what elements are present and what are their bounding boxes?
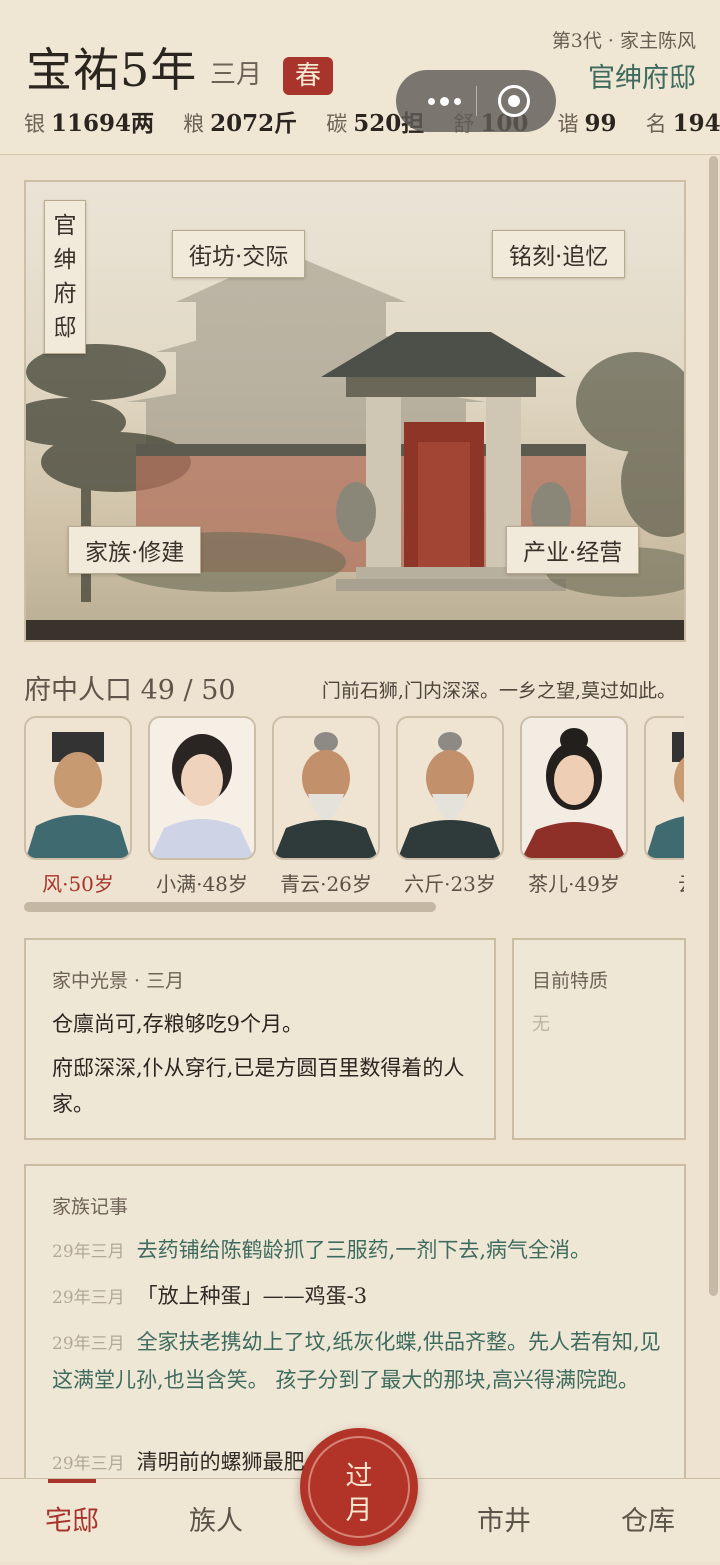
estate-title: 官绅府邸 [588,63,696,94]
memory-button[interactable]: 铭刻·追忆 [492,230,626,278]
member-name: 茶儿·49岁 [528,872,620,894]
log-text: 清明前的螺狮最肥 [136,1450,305,1474]
family-log-title: 家族记事 [52,1196,129,1218]
portrait-man-official-icon [644,716,684,860]
log-entry: 29年三月 去药铺给陈鹤龄抓了三服药,一剂下去,病气全消。 [52,1232,662,1270]
log-date: 29年三月 [52,1334,125,1354]
estate-vertical-label: 官绅府邸 [44,200,86,354]
portrait-elder-man-icon [396,716,504,860]
top-header: 宝祐5年 三月 春 第3代 · 家主陈风 官绅府邸 银 11694两 粮 2072斤… [0,0,720,155]
portrait-man-official-icon [24,716,132,860]
resource-bar: 银11694两 粮2072斤 碳520担 舒100 谐99 名1941 [24,104,720,140]
miniprogram-capsule [396,70,556,132]
traits-title: 目前特质 [532,970,609,992]
home-status-line: 府邸深深,仆从穿行,已是方圆百里数得着的人家。 [52,1056,465,1116]
member-card[interactable]: 云起 [644,716,684,894]
traits-value: 无 [532,1014,550,1035]
member-name: 云起 [644,868,684,894]
era-year: 宝祐5年 [26,43,198,97]
estate-quote: 门前石狮,门内深深。一乡之望,莫过如此。 [321,680,676,702]
close-miniprogram-icon[interactable] [498,85,530,117]
member-list-scrollbar[interactable] [24,902,436,912]
season-badge: 春 [283,57,333,95]
member-list[interactable]: 风·50岁 小满·48岁 青云·26岁 六斤·23岁 茶儿·49岁 [24,716,684,894]
member-card[interactable]: 风·50岁 [24,716,132,894]
current-month: 三月 [210,60,263,90]
more-menu-icon[interactable] [414,70,474,132]
resource-fame: 名1941 [645,110,720,137]
next-month-button[interactable]: 过 月 [300,1428,418,1546]
log-date: 29年三月 [52,1242,125,1262]
member-card[interactable]: 青云·26岁 [272,716,380,894]
population-title: 府中人口 49 / 50 [24,675,236,706]
family-build-button[interactable]: 家族·修建 [68,526,202,574]
page-scrollbar[interactable] [709,156,718,1296]
log-text: 去药铺给陈鹤龄抓了三服药,一剂下去,病气全消。 [136,1238,591,1262]
log-entry: 29年三月 全家扶老携幼上了坟,纸灰化蝶,供品齐整。先人若有知,见这满堂儿孙,也当… [52,1324,662,1398]
home-status-line: 仓廪尚可,存粮够吃9个月。 [52,1012,304,1036]
log-date: 29年三月 [52,1288,125,1308]
log-entry: 29年三月 「放上种蛋」——鸡蛋-3 [52,1278,662,1316]
member-name: 六斤·23岁 [404,872,496,894]
member-name: 青云·26岁 [280,872,372,894]
member-card[interactable]: 小满·48岁 [148,716,256,894]
log-date: 29年三月 [52,1454,125,1474]
member-card[interactable]: 茶儿·49岁 [520,716,628,894]
street-social-button[interactable]: 街坊·交际 [172,230,306,278]
portrait-woman-icon [148,716,256,860]
log-text: 全家扶老携幼上了坟,纸灰化蝶,供品齐整。先人若有知,见这满堂儿孙,也当含笑。 孩… [52,1330,661,1392]
tab-market[interactable]: 市井 [434,1479,574,1561]
member-name: 风·50岁 [42,872,114,894]
tab-clan[interactable]: 族人 [146,1479,286,1561]
home-status-title: 家中光景 · 三月 [52,970,185,992]
resource-grain: 粮 2072斤 [183,110,298,137]
tab-warehouse[interactable]: 仓库 [578,1479,718,1561]
industry-button[interactable]: 产业·经营 [506,526,640,574]
resource-harmony: 谐 99 [557,110,617,137]
member-name: 小满·48岁 [156,872,248,894]
estate-scene: 官绅府邸 街坊·交际 铭刻·追忆 家族·修建 产业·经营 [24,180,686,642]
home-status-panel: 家中光景 · 三月 仓廪尚可,存粮够吃9个月。 府邸深深,仆从穿行,已是方圆百里… [24,938,496,1140]
portrait-woman-icon [520,716,628,860]
log-text: 「放上种蛋」——鸡蛋-3 [136,1284,368,1308]
portrait-elder-man-icon [272,716,380,860]
tab-mansion[interactable]: 宅邸 [2,1479,142,1561]
resource-silver: 银 11694两 [24,110,155,137]
traits-panel: 目前特质 无 [512,938,686,1140]
generation-info: 第3代 · 家主陈风 [551,30,696,52]
member-card[interactable]: 六斤·23岁 [396,716,504,894]
